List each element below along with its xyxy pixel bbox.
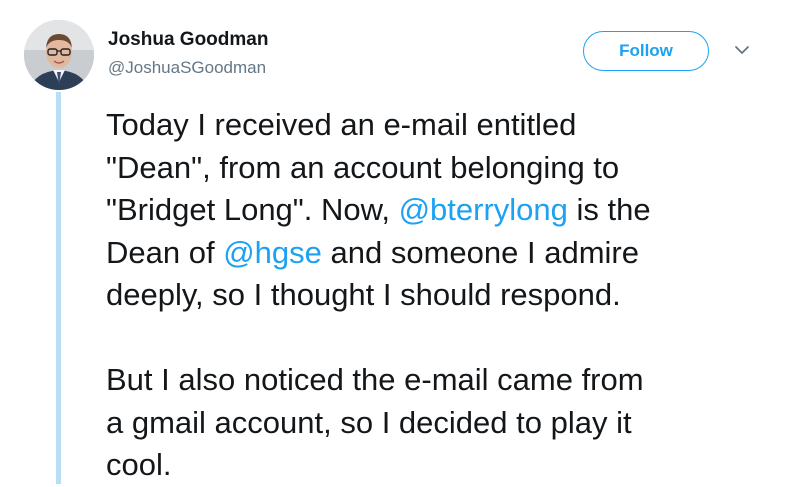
tweet-text-segment: Dean of xyxy=(106,234,224,270)
avatar-photo xyxy=(24,20,94,90)
author-handle[interactable]: @JoshuaSGoodman xyxy=(108,58,266,78)
follow-button-label: Follow xyxy=(619,41,673,60)
chevron-down-icon[interactable] xyxy=(734,44,750,56)
avatar[interactable] xyxy=(24,20,94,90)
tweet-line: "Dean", from an account belonging to xyxy=(106,149,620,185)
tweet-text-segment: "Bridget Long". Now, xyxy=(106,192,399,227)
tweet-line: But I also noticed the e-mail came from xyxy=(106,362,644,397)
tweet-line: Today I received an e-mail entitled xyxy=(106,107,577,142)
mention-link-hgse[interactable]: @hgse xyxy=(223,235,322,270)
tweet-text-segment: is the xyxy=(567,192,651,227)
tweet-line: deeply, so I thought I should respond. xyxy=(106,277,621,312)
mention-link-bterrylong[interactable]: @bterrylong xyxy=(399,192,568,227)
tweet-line: a gmail account, so I decided to play it xyxy=(106,404,632,440)
follow-button[interactable]: Follow xyxy=(583,31,709,71)
tweet-text: Today I received an e-mail entitled "Dea… xyxy=(106,104,786,487)
author-name[interactable]: Joshua Goodman xyxy=(108,29,268,51)
tweet-line: "Bridget Long". Now, @bterrylong is the xyxy=(106,189,786,232)
tweet-text-segment: and someone I admire xyxy=(321,234,639,270)
thread-line xyxy=(56,92,61,484)
tweet-line: cool. xyxy=(106,447,172,482)
tweet-line: Dean of @hgse and someone I admire xyxy=(106,232,786,275)
